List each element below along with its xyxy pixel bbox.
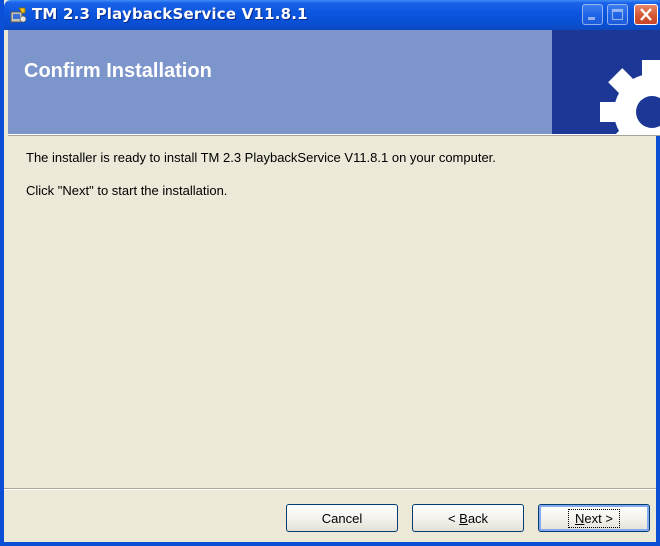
header-banner: Confirm Installation — [8, 30, 660, 135]
cancel-button-label: Cancel — [321, 510, 363, 526]
window-title: TM 2.3 PlaybackService V11.8.1 — [32, 5, 308, 23]
title-bar[interactable]: TM 2.3 PlaybackService V11.8.1 — [4, 0, 660, 30]
close-button[interactable] — [634, 4, 658, 25]
ready-message: The installer is ready to install TM 2.3… — [26, 150, 496, 165]
close-icon — [640, 8, 652, 21]
minimize-icon — [588, 17, 595, 20]
next-button-label: Next > — [568, 508, 620, 528]
installer-icon — [10, 7, 27, 23]
footer-divider — [4, 488, 656, 490]
maximize-icon — [611, 8, 624, 21]
next-button[interactable]: Next > — [538, 504, 650, 532]
instruction-message: Click "Next" to start the installation. — [26, 183, 228, 198]
back-button[interactable]: < Back — [412, 504, 524, 532]
maximize-button[interactable] — [607, 4, 628, 25]
cancel-button[interactable]: Cancel — [286, 504, 398, 532]
gear-icon — [552, 30, 660, 134]
installer-window: TM 2.3 PlaybackService V11.8.1 Confirm I… — [0, 0, 660, 546]
content-area: The installer is ready to install TM 2.3… — [26, 150, 636, 216]
minimize-button[interactable] — [582, 4, 603, 25]
back-button-label: < Back — [447, 510, 489, 526]
page-title: Confirm Installation — [24, 60, 212, 82]
